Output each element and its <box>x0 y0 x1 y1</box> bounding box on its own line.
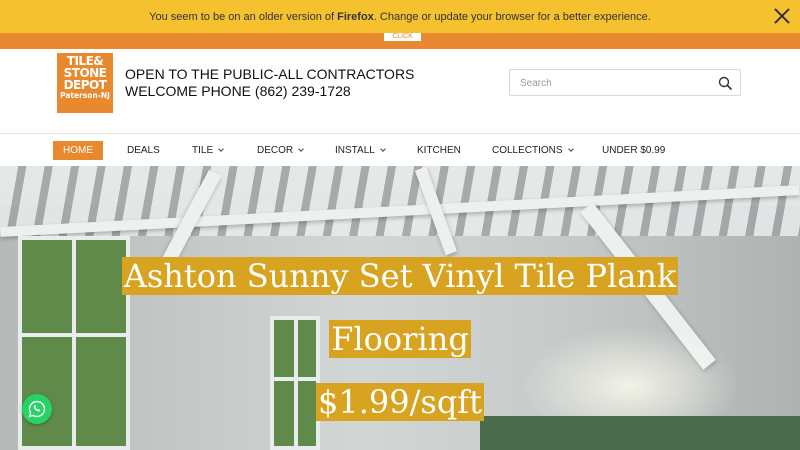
nav-item-label: UNDER $0.99 <box>602 145 666 156</box>
nav-item-label: INSTALL <box>335 145 375 156</box>
banner-browser-name: Firefox <box>337 10 374 23</box>
nav-item-decor[interactable]: DECOR <box>247 141 313 160</box>
search-input[interactable] <box>520 75 710 91</box>
chevron-down-icon <box>380 146 386 152</box>
nav-item-label: DECOR <box>257 145 294 156</box>
chevron-down-icon <box>218 146 224 152</box>
click-tab-button[interactable]: CLICK <box>384 33 421 41</box>
close-icon[interactable] <box>774 8 790 24</box>
hero-price-text: $1.99/sqft <box>316 383 484 421</box>
nav-item-home[interactable]: HOME <box>53 141 103 160</box>
logo-line-4: Paterson-NJ <box>60 91 110 100</box>
nav-item-install[interactable]: INSTALL <box>325 141 395 160</box>
whatsapp-button[interactable] <box>22 394 52 424</box>
tagline-line-1: OPEN TO THE PUBLIC-ALL CONTRACTORS <box>125 66 415 82</box>
logo-line-3: DEPOT <box>63 78 107 92</box>
nav-item-label: COLLECTIONS <box>492 145 563 156</box>
nav-item-deals[interactable]: DEALS <box>117 141 170 160</box>
whatsapp-icon <box>28 400 46 418</box>
nav-item-label: KITCHEN <box>417 145 461 156</box>
nav-item-under-099[interactable]: UNDER $0.99 <box>592 141 675 160</box>
banner-text-before: You seem to be on an older version of <box>149 10 338 23</box>
hero-title-line-1: Ashton Sunny Set Vinyl Tile Plank <box>0 256 800 296</box>
nav-item-tile[interactable]: TILE <box>182 141 233 160</box>
tagline-line-2: WELCOME PHONE (862) 239-1728 <box>125 83 351 99</box>
nav-item-label: HOME <box>63 145 93 156</box>
browser-warning-banner: You seem to be on an older version of Fi… <box>0 0 800 33</box>
hero-title-text: Ashton Sunny Set Vinyl Tile Plank <box>121 257 679 295</box>
banner-text: You seem to be on an older version of Fi… <box>149 11 651 23</box>
hero-banner[interactable]: Ashton Sunny Set Vinyl Tile Plank Floori… <box>0 166 800 450</box>
site-header: TILE& STONE DEPOT Paterson-NJ OPEN TO TH… <box>0 49 800 134</box>
chevron-down-icon <box>298 146 304 152</box>
main-nav: HOME DEALS TILE DECOR INSTALL KITCHEN CO… <box>0 134 800 166</box>
nav-item-collections[interactable]: COLLECTIONS <box>482 141 583 160</box>
nav-item-kitchen[interactable]: KITCHEN <box>407 141 471 160</box>
search-box <box>509 69 741 96</box>
nav-item-label: TILE <box>192 145 214 156</box>
site-logo[interactable]: TILE& STONE DEPOT Paterson-NJ <box>57 53 113 113</box>
header-tagline: OPEN TO THE PUBLIC-ALL CONTRACTORS WELCO… <box>125 66 414 100</box>
nav-item-label: DEALS <box>127 145 160 156</box>
hero-title-line-2: Flooring <box>0 318 800 360</box>
hero-price: $1.99/sqft <box>0 381 800 423</box>
banner-text-after: . Change or update your browser for a be… <box>373 10 651 23</box>
chevron-down-icon <box>567 146 574 152</box>
hero-title-text: Flooring <box>329 320 471 358</box>
search-icon[interactable] <box>718 76 732 90</box>
